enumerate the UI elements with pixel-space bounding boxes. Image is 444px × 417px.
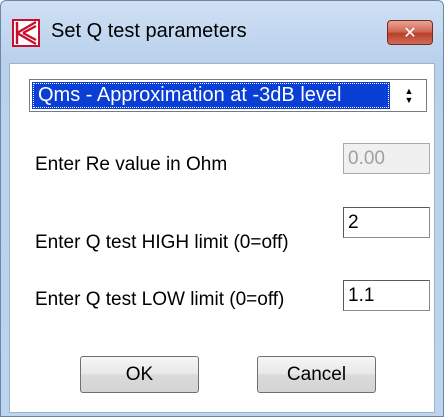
q-high-limit-label: Enter Q test HIGH limit (0=off): [35, 232, 289, 253]
q-low-limit-label: Enter Q test LOW limit (0=off): [35, 289, 285, 310]
approximation-method-select[interactable]: Qms - Approximation at -3dB level ▲ ▼: [29, 79, 427, 112]
re-value-label: Enter Re value in Ohm: [35, 154, 228, 175]
title-bar[interactable]: Set Q test parameters ✕: [1, 1, 443, 63]
app-logo-icon: [12, 19, 40, 47]
q-high-limit-field[interactable]: 2: [343, 207, 430, 238]
q-low-limit-field[interactable]: 1.1: [343, 280, 430, 311]
spin-down-icon[interactable]: ▼: [405, 95, 414, 105]
close-icon: ✕: [403, 23, 417, 42]
close-button[interactable]: ✕: [387, 20, 433, 45]
cancel-button[interactable]: Cancel: [257, 356, 376, 393]
dialog-title: Set Q test parameters: [51, 20, 247, 42]
ok-button[interactable]: OK: [80, 356, 199, 393]
approximation-method-value: Qms - Approximation at -3dB level: [32, 82, 390, 109]
method-spinner[interactable]: ▲ ▼: [396, 83, 422, 108]
re-value-field: 0.00: [343, 143, 430, 174]
